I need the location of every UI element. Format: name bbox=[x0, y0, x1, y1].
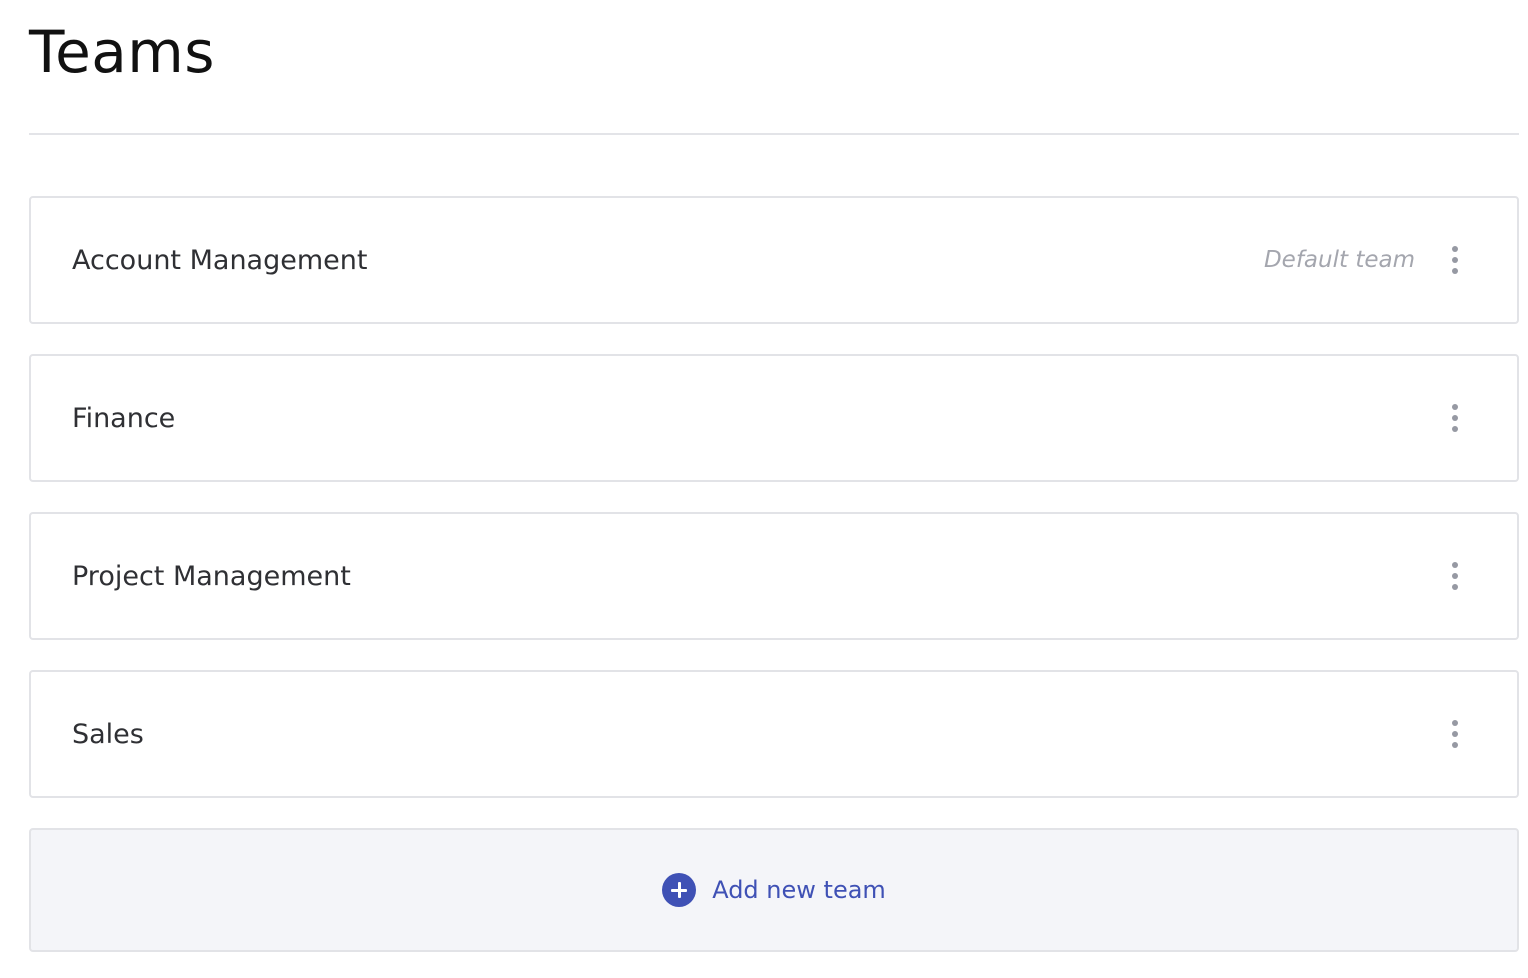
team-name: Finance bbox=[72, 402, 176, 434]
more-vertical-icon[interactable] bbox=[1445, 240, 1465, 280]
team-card-finance[interactable]: Finance bbox=[29, 354, 1519, 482]
team-card-project-management[interactable]: Project Management bbox=[29, 512, 1519, 640]
add-new-team-label: Add new team bbox=[712, 876, 886, 904]
teams-page: Teams Account Management Default team Fi… bbox=[29, 0, 1519, 952]
page-title: Teams bbox=[29, 18, 216, 86]
more-vertical-icon[interactable] bbox=[1445, 556, 1465, 596]
title-divider bbox=[29, 133, 1519, 135]
more-vertical-icon[interactable] bbox=[1445, 398, 1465, 438]
team-name: Project Management bbox=[72, 560, 351, 592]
team-name: Sales bbox=[72, 718, 144, 750]
team-card-account-management[interactable]: Account Management Default team bbox=[29, 196, 1519, 324]
plus-circle-icon bbox=[662, 873, 697, 907]
team-list: Account Management Default team Finance … bbox=[29, 196, 1519, 828]
team-name: Account Management bbox=[72, 244, 368, 276]
more-vertical-icon[interactable] bbox=[1445, 714, 1465, 754]
team-card-sales[interactable]: Sales bbox=[29, 670, 1519, 798]
default-team-badge: Default team bbox=[1263, 247, 1415, 273]
add-new-team-button[interactable]: Add new team bbox=[29, 828, 1519, 952]
